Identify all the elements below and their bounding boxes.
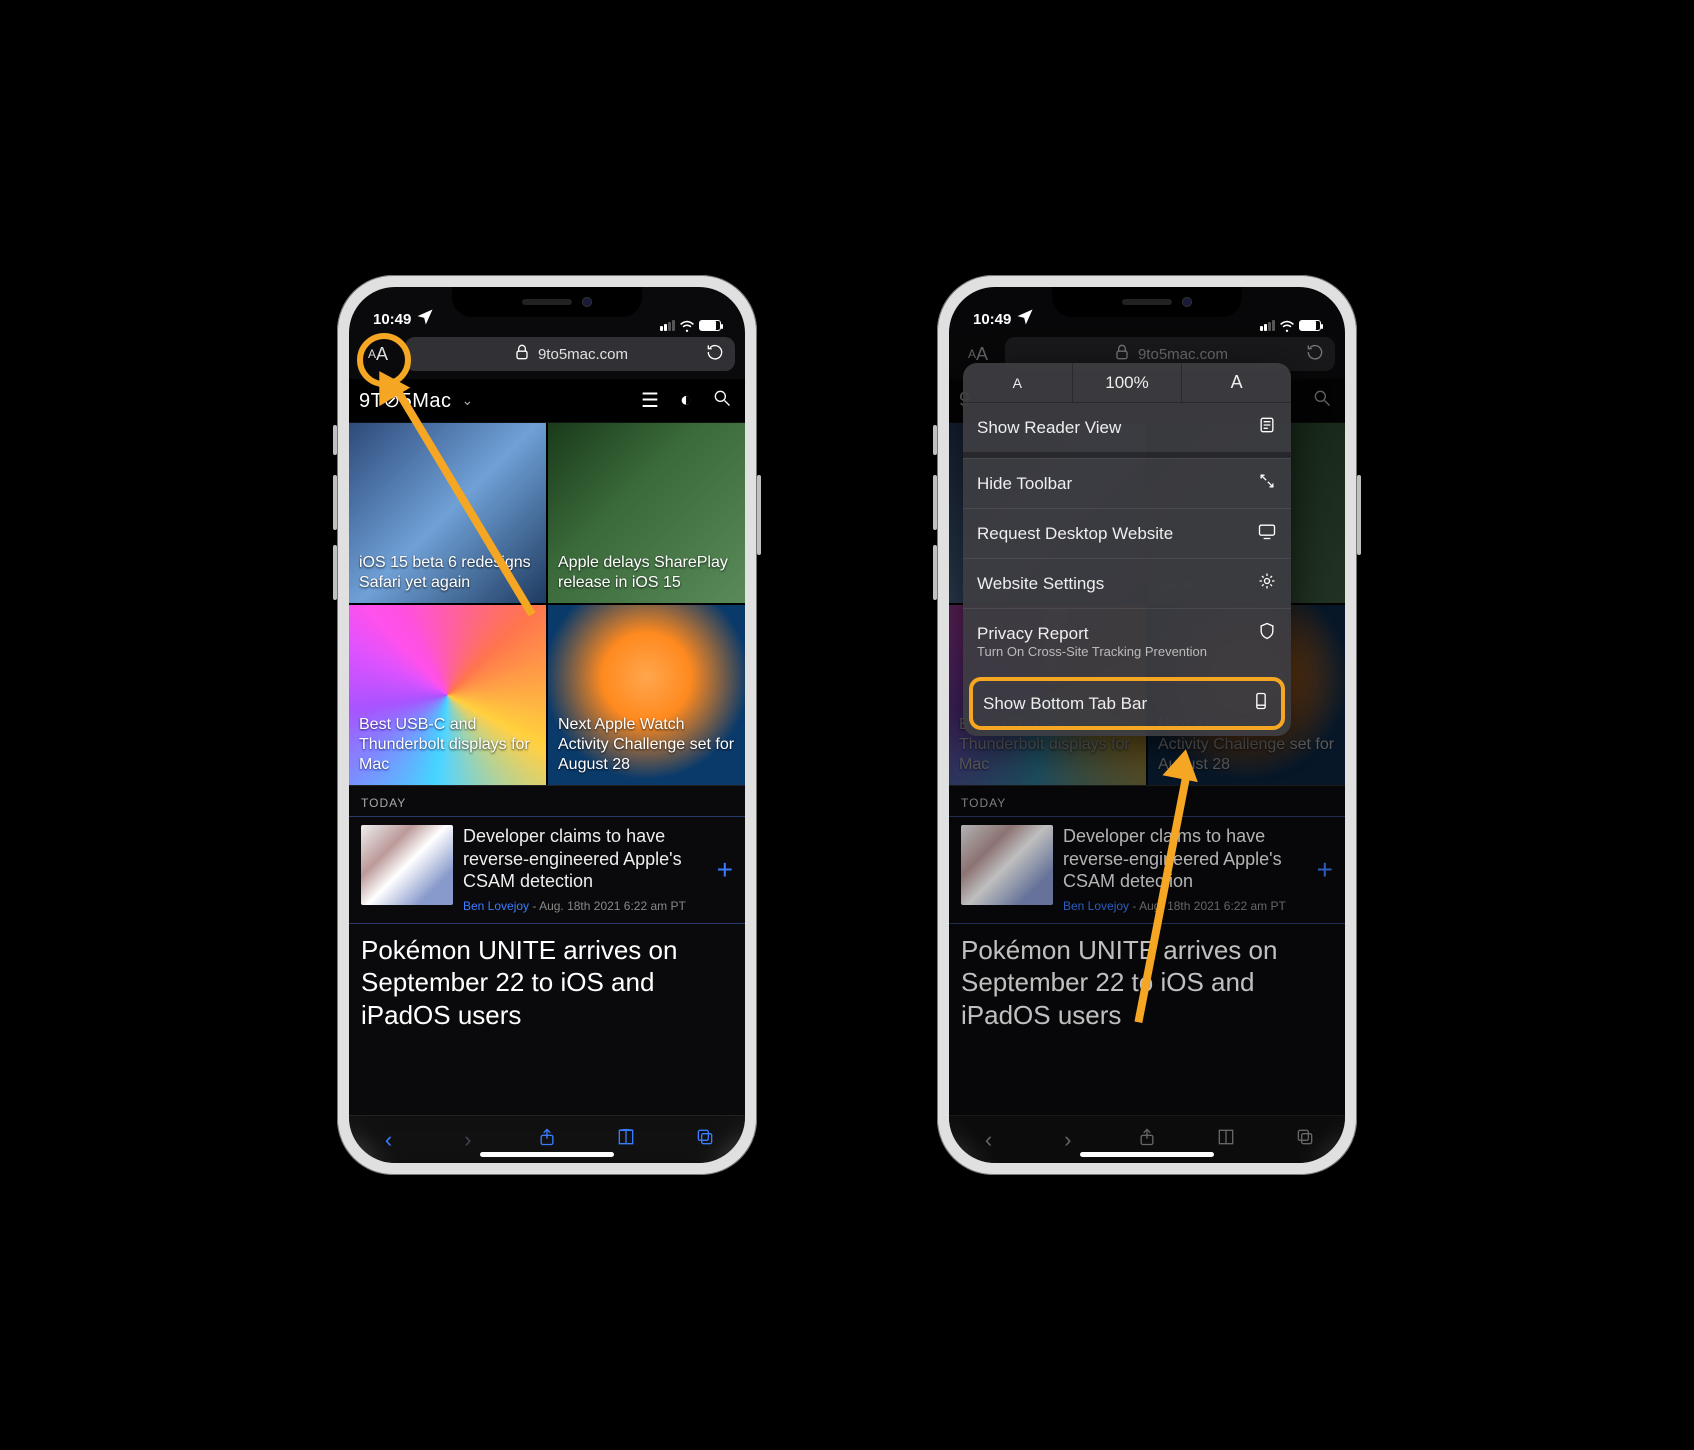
story-byline: Ben Lovejoy - Aug. 18th 2021 6:22 am PT — [1063, 899, 1333, 913]
article-grid: iOS 15 beta 6 redesigns Safari yet again… — [349, 423, 745, 785]
story-thumbnail — [361, 825, 453, 905]
article-tile[interactable]: iOS 15 beta 6 redesigns Safari yet again — [349, 423, 546, 603]
menu-hide-toolbar[interactable]: Hide Toolbar — [963, 458, 1291, 508]
site-header: 9T⊘5Mac ⌄ ☰ ◐ — [349, 379, 745, 423]
forward-button: › — [1048, 1127, 1088, 1153]
article-caption: iOS 15 beta 6 redesigns Safari yet again — [349, 545, 546, 603]
chevron-down-icon[interactable]: ⌄ — [462, 392, 474, 409]
story-thumbnail — [961, 825, 1053, 905]
address-bar-domain: 9to5mac.com — [1138, 346, 1228, 363]
forward-button[interactable]: › — [448, 1127, 488, 1153]
menu-icon[interactable]: ☰ — [637, 388, 663, 413]
article-tile[interactable]: Best USB-C and Thunderbolt displays for … — [349, 605, 546, 785]
section-header-today: TODAY — [949, 785, 1345, 817]
zoom-out-button[interactable]: A — [963, 363, 1073, 402]
lock-icon — [512, 342, 532, 366]
story-row[interactable]: Developer claims to have reverse-enginee… — [349, 817, 745, 924]
shield-icon — [1255, 621, 1277, 646]
article-caption: Apple delays SharePlay release in iOS 15 — [548, 545, 745, 603]
story-byline: Ben Lovejoy - Aug. 18th 2021 6:22 am PT — [463, 899, 733, 913]
text-size-large-a-icon: A — [1231, 372, 1243, 393]
article-caption: Best USB-C and Thunderbolt displays for … — [349, 707, 546, 785]
zoom-segment: A 100% A — [963, 363, 1291, 403]
search-icon — [1309, 388, 1335, 414]
battery-icon — [1299, 320, 1321, 331]
statusbar-time: 10:49 — [973, 311, 1011, 328]
story-row[interactable]: Developer claims to have reverse-enginee… — [949, 817, 1345, 924]
phone-right: 10:49 A A 9to5mac.com — [937, 275, 1357, 1175]
phone-left: 10:49 AA 9to5mac.com — [337, 275, 757, 1175]
reload-icon[interactable] — [705, 342, 725, 366]
article-tile[interactable]: Next Apple Watch Activity Challenge set … — [548, 605, 745, 785]
share-button[interactable] — [527, 1127, 567, 1153]
story-author[interactable]: Ben Lovejoy — [1063, 899, 1129, 913]
menu-request-desktop[interactable]: Request Desktop Website — [963, 508, 1291, 558]
add-story-icon[interactable]: + — [1317, 854, 1333, 886]
location-icon — [415, 307, 435, 331]
bottom-bar-icon — [1251, 691, 1271, 716]
zoom-level[interactable]: 100% — [1073, 363, 1183, 402]
cellular-icon — [1260, 320, 1275, 331]
statusbar-time: 10:49 — [373, 311, 411, 328]
headline-story[interactable]: Pokémon UNITE arrives on September 22 to… — [949, 924, 1345, 1032]
address-bar[interactable]: 9to5mac.com — [405, 337, 735, 371]
story-title: Developer claims to have reverse-enginee… — [463, 825, 733, 893]
article-caption: Next Apple Watch Activity Challenge set … — [548, 707, 745, 785]
text-size-small-a-icon: A — [1013, 375, 1022, 391]
menu-show-bottom-tab-bar[interactable]: Show Bottom Tab Bar — [969, 677, 1285, 730]
zoom-in-button[interactable]: A — [1182, 363, 1291, 402]
back-button: ‹ — [969, 1127, 1009, 1153]
section-header-today: TODAY — [349, 785, 745, 817]
address-bar-domain: 9to5mac.com — [538, 346, 628, 363]
expand-icon — [1255, 471, 1277, 496]
home-indicator[interactable] — [1080, 1152, 1214, 1157]
statusbar: 10:49 — [949, 287, 1345, 333]
story-author[interactable]: Ben Lovejoy — [463, 899, 529, 913]
page-settings-menu: A 100% A Show Reader View Hide Toolbar R… — [963, 363, 1291, 736]
tabs-button[interactable] — [685, 1127, 725, 1153]
page-settings-button[interactable]: AA — [359, 339, 397, 369]
bookmarks-button[interactable] — [606, 1127, 646, 1153]
statusbar: 10:49 — [349, 287, 745, 333]
menu-website-settings[interactable]: Website Settings — [963, 558, 1291, 608]
cellular-icon — [660, 320, 675, 331]
share-button — [1127, 1127, 1167, 1153]
text-size-small-a-icon: A — [368, 347, 376, 361]
back-button[interactable]: ‹ — [369, 1127, 409, 1153]
tabs-button — [1285, 1127, 1325, 1153]
story-date: Aug. 18th 2021 6:22 am PT — [539, 899, 686, 913]
text-size-large-a-icon: A — [376, 344, 388, 365]
site-logo[interactable]: 9T⊘5Mac — [359, 388, 452, 413]
story-date: Aug. 18th 2021 6:22 am PT — [1139, 899, 1286, 913]
add-story-icon[interactable]: + — [717, 854, 733, 886]
battery-icon — [699, 320, 721, 331]
wifi-icon — [1279, 319, 1295, 331]
gear-icon — [1255, 571, 1277, 596]
article-tile[interactable]: Apple delays SharePlay release in iOS 15 — [548, 423, 745, 603]
safari-top-bar: AA 9to5mac.com — [349, 333, 745, 379]
menu-privacy-subtitle: Turn On Cross-Site Tracking Prevention — [963, 644, 1291, 671]
bookmarks-button — [1206, 1127, 1246, 1153]
search-icon[interactable] — [709, 388, 735, 414]
theme-toggle-icon[interactable]: ◐ — [673, 389, 699, 412]
wifi-icon — [679, 319, 695, 331]
reader-icon — [1255, 415, 1277, 440]
home-indicator[interactable] — [480, 1152, 614, 1157]
headline-story[interactable]: Pokémon UNITE arrives on September 22 to… — [349, 924, 745, 1032]
location-icon — [1015, 307, 1035, 331]
story-title: Developer claims to have reverse-enginee… — [1063, 825, 1333, 893]
reload-icon[interactable] — [1305, 342, 1325, 366]
desktop-icon — [1255, 521, 1277, 546]
menu-show-reader-view[interactable]: Show Reader View — [963, 403, 1291, 452]
